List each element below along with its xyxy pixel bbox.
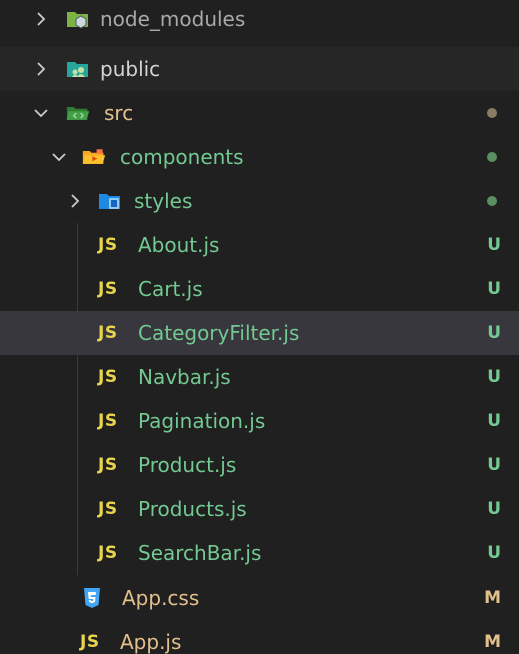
tree-item-label: Pagination.js [138, 409, 266, 433]
javascript-file-icon: JS [98, 411, 118, 431]
git-status-badge: U [487, 323, 501, 343]
tree-item-src[interactable]: src [0, 91, 519, 135]
src-folder-icon [64, 102, 92, 124]
untracked-indicator-dot [487, 196, 497, 206]
tree-item-navbar-js[interactable]: JS Navbar.js U [0, 355, 519, 399]
components-folder-icon [80, 146, 108, 168]
file-explorer-tree: node_modules public src components style… [0, 0, 519, 654]
javascript-file-icon: JS [98, 235, 118, 255]
chevron-right-icon[interactable] [30, 58, 52, 80]
tree-item-label: Product.js [138, 453, 237, 477]
tree-item-app-js[interactable]: JS App.js M [0, 620, 519, 654]
tree-item-label: App.js [120, 630, 182, 654]
tree-item-about-js[interactable]: JS About.js U [0, 223, 519, 267]
tree-item-label: src [104, 101, 134, 125]
tree-item-label: Products.js [138, 497, 247, 521]
javascript-file-icon: JS [98, 367, 118, 387]
tree-item-label: Navbar.js [138, 365, 231, 389]
javascript-file-icon: JS [98, 543, 118, 563]
javascript-file-icon: JS [98, 455, 118, 475]
tree-item-app-css[interactable]: App.css M [0, 576, 519, 620]
chevron-down-icon[interactable] [48, 146, 70, 168]
tree-item-products-js[interactable]: JS Products.js U [0, 487, 519, 531]
git-status-badge: U [487, 279, 501, 299]
modified-indicator-dot [487, 108, 497, 118]
tree-item-cart-js[interactable]: JS Cart.js U [0, 267, 519, 311]
chevron-down-icon[interactable] [30, 102, 52, 124]
chevron-right-icon[interactable] [64, 190, 86, 212]
tree-item-categoryfilter-js[interactable]: JS CategoryFilter.js U [0, 311, 519, 355]
tree-item-pagination-js[interactable]: JS Pagination.js U [0, 399, 519, 443]
chevron-right-icon[interactable] [30, 8, 52, 30]
git-status-badge: U [487, 411, 501, 431]
git-status-badge: U [487, 499, 501, 519]
public-folder-icon [66, 58, 90, 80]
git-status-badge: M [484, 588, 501, 608]
tree-item-searchbar-js[interactable]: JS SearchBar.js U [0, 531, 519, 575]
untracked-indicator-dot [487, 152, 497, 162]
git-status-badge: U [487, 543, 501, 563]
git-status-badge: U [487, 235, 501, 255]
javascript-file-icon: JS [98, 279, 118, 299]
tree-item-public[interactable]: public [0, 47, 519, 91]
tree-item-label: public [100, 57, 161, 81]
tree-item-styles[interactable]: styles [0, 179, 519, 223]
tree-item-label: node_modules [100, 6, 246, 31]
git-status-badge: U [487, 455, 501, 475]
tree-item-label: components [120, 145, 244, 169]
tree-item-label: About.js [138, 233, 220, 257]
tree-item-label: styles [134, 189, 193, 213]
tree-item-label: SearchBar.js [138, 541, 262, 565]
styles-folder-icon [98, 190, 122, 212]
git-status-badge: U [487, 367, 501, 387]
javascript-file-icon: JS [80, 632, 100, 652]
javascript-file-icon: JS [98, 499, 118, 519]
nodejs-folder-icon [66, 8, 90, 30]
tree-item-label: CategoryFilter.js [138, 321, 300, 345]
git-status-badge: M [484, 632, 501, 652]
css3-icon [82, 587, 102, 609]
tree-item-product-js[interactable]: JS Product.js U [0, 443, 519, 487]
tree-item-label: App.css [122, 586, 200, 610]
tree-item-node-modules[interactable]: node_modules [0, 0, 519, 40]
tree-item-components[interactable]: components [0, 135, 519, 179]
javascript-file-icon: JS [98, 323, 118, 343]
tree-item-label: Cart.js [138, 277, 203, 301]
